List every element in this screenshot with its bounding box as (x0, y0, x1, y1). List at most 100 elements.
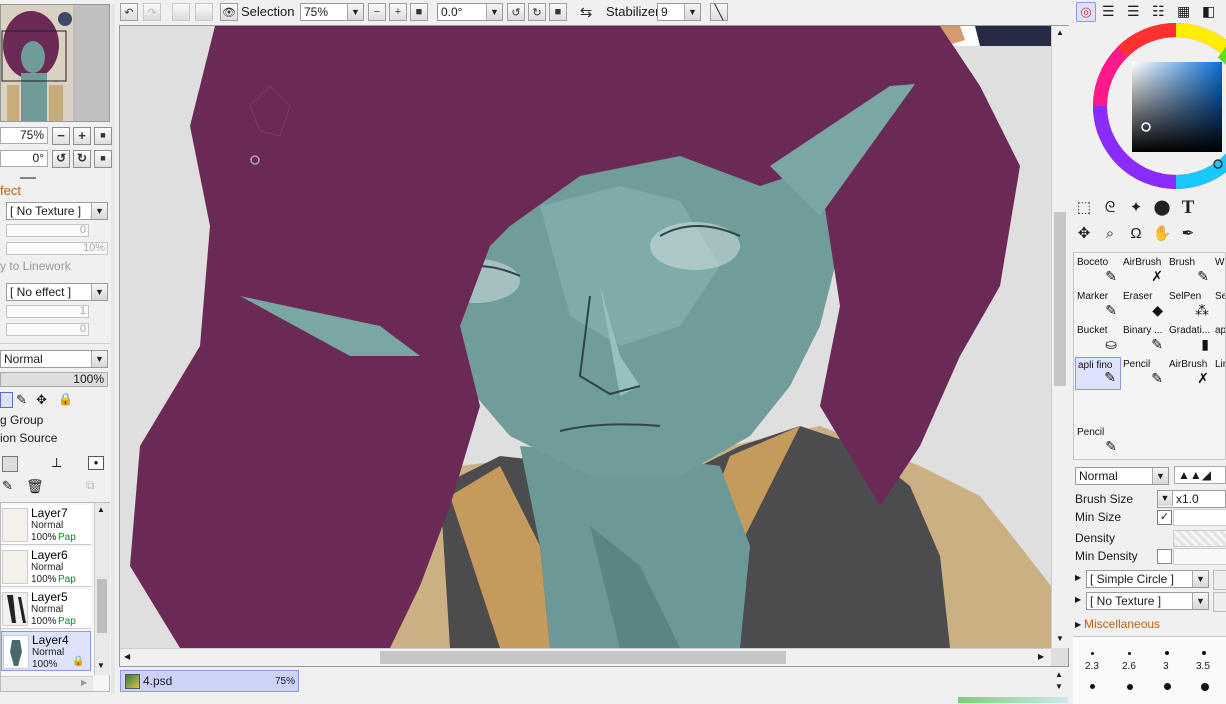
redo-button[interactable]: ↷ (143, 3, 161, 21)
padlock-icon[interactable]: 🔒 (58, 392, 73, 406)
size-preset-dot[interactable] (1128, 652, 1131, 655)
layer-folder-icon[interactable]: ✎ (2, 478, 13, 494)
brush-cell[interactable]: Se (1213, 289, 1225, 322)
brush-shape-icons[interactable]: ▲▲◢ (1174, 466, 1226, 484)
rotate-reset-button[interactable]: ■ (549, 3, 567, 21)
new-linework-icon[interactable]: ⟂ (52, 454, 61, 471)
nav-zoom-in-button[interactable]: + (73, 127, 91, 145)
new-layer-icon[interactable] (2, 456, 18, 472)
protect-alpha-icon[interactable] (0, 392, 13, 408)
scroll-up-icon[interactable]: ▲ (1056, 28, 1064, 37)
effect-width-slider[interactable]: 1 (6, 305, 89, 318)
undo-button[interactable]: ↶ (120, 3, 138, 21)
size-preset-dot[interactable] (1127, 684, 1133, 690)
zoom-reset-button[interactable]: ■ (410, 3, 428, 21)
navigator-thumbnail[interactable] (0, 4, 110, 122)
document-tab[interactable]: 4.psd 75% (120, 670, 299, 692)
rotation-combo[interactable]: 0.0° ▼ (437, 3, 503, 21)
tab-scroll-down-icon[interactable]: ▼ (1055, 682, 1063, 691)
texture-combo[interactable]: [ No Texture ] ▼ (6, 202, 108, 220)
brush-cell[interactable]: Marker ✎ (1075, 289, 1121, 322)
size-preset-dot[interactable] (1165, 651, 1169, 655)
brush-cell-selected[interactable]: apli fino ✎ (1075, 357, 1121, 390)
effect-strength-slider[interactable]: 0 (6, 323, 89, 336)
brush-cell[interactable]: Pencil ✎ (1121, 357, 1167, 390)
eyedropper-icon[interactable]: ✒ (1178, 224, 1198, 244)
layer-opacity-bar[interactable]: 100% (0, 372, 108, 387)
nav-zoom-field[interactable]: 75% (0, 127, 48, 144)
tab-scroll-up-icon[interactable]: ▲ (1055, 670, 1063, 679)
brush-shape-combo[interactable]: [ Simple Circle ] ▼ (1086, 570, 1209, 588)
flip-horizontal-icon[interactable]: ⇆ (577, 3, 595, 21)
color-wheel[interactable] (1092, 22, 1226, 192)
mask-icon[interactable]: ● (88, 456, 104, 470)
brush-shape-extra[interactable] (1213, 570, 1226, 590)
brush-cell[interactable]: Pencil ✎ (1075, 425, 1121, 458)
expand-arrow-icon[interactable]: ▶ (1075, 573, 1081, 582)
scroll-thumb[interactable] (1054, 212, 1066, 386)
nav-scrollbar[interactable] (111, 4, 115, 694)
texture-scale-slider[interactable]: 0 (6, 224, 89, 237)
deselect-button[interactable] (172, 3, 190, 21)
size-preset-dot[interactable] (1201, 683, 1209, 691)
nav-rotate-right-button[interactable]: ↻ (73, 150, 91, 168)
layer-list-scrollbar[interactable]: ▲ ▼ (94, 503, 110, 675)
density-slider[interactable] (1173, 530, 1226, 547)
scroll-down-icon[interactable]: ▼ (1056, 634, 1064, 643)
size-preset-dot[interactable] (1090, 684, 1095, 689)
hand-icon[interactable]: ✋ (1152, 224, 1172, 244)
clipping-group-label[interactable]: g Group (0, 413, 43, 427)
brush-cell[interactable]: Eraser ◆ (1121, 289, 1167, 322)
layer-list-hscroll[interactable]: ▶ (1, 676, 93, 691)
miscellaneous-label[interactable]: Miscellaneous (1084, 617, 1160, 631)
size-preset-dot[interactable] (1091, 652, 1094, 655)
nav-rotate-reset-button[interactable]: ■ (94, 150, 112, 168)
brush-cell[interactable]: SelPen ⁂ (1167, 289, 1213, 322)
nav-zoom-reset-button[interactable]: ■ (94, 127, 112, 145)
scroll-down-icon[interactable]: ▼ (97, 661, 105, 670)
trash-icon[interactable]: 🗑 (26, 478, 44, 495)
rotate-left-button[interactable]: ↺ (507, 3, 525, 21)
brush-cell[interactable]: W (1213, 255, 1225, 288)
brush-cell[interactable]: Lir (1213, 357, 1225, 390)
size-preset-dot[interactable] (1202, 651, 1206, 655)
brush-cell[interactable]: ap (1213, 323, 1225, 356)
rotate-right-button[interactable]: ↻ (528, 3, 546, 21)
layer-item[interactable]: Layer6 Normal 100% Pap (1, 547, 91, 587)
scratchpad-icon[interactable]: ◧ (1202, 3, 1215, 20)
brush-cell[interactable]: Gradati... ▮ (1167, 323, 1213, 356)
brush-cell[interactable]: AirBrush ✗ (1121, 255, 1167, 288)
brush-cell[interactable]: Bucket ⛀ (1075, 323, 1121, 356)
min-size-slider[interactable] (1173, 509, 1226, 526)
scroll-thumb[interactable] (97, 579, 107, 633)
effect-combo[interactable]: [ No effect ] ▼ (6, 283, 108, 301)
texture-strength-slider[interactable]: 10% (6, 242, 108, 255)
layer-item[interactable]: Layer5 Normal 100% Pap (1, 589, 91, 629)
brush-cell[interactable]: AirBrush ✗ (1167, 357, 1213, 390)
swatch-icon[interactable]: ☷ (1152, 3, 1165, 20)
scroll-right-icon[interactable]: ▶ (81, 678, 87, 687)
scroll-left-icon[interactable]: ◀ (124, 652, 130, 661)
hsv-slider-icon[interactable]: ☰ (1127, 3, 1140, 20)
zoom-in-button[interactable]: + (389, 3, 407, 21)
palette-icon[interactable]: ▦ (1177, 3, 1190, 20)
scroll-thumb[interactable] (380, 651, 786, 664)
nav-zoom-out-button[interactable]: − (52, 127, 70, 145)
color-wheel-mode-icon[interactable]: ◎ (1076, 2, 1096, 22)
brush-texture-combo[interactable]: [ No Texture ] ▼ (1086, 592, 1209, 610)
rgb-slider-icon[interactable]: ☰ (1102, 3, 1115, 20)
canvas-hscroll[interactable]: ◀ ▶ (120, 648, 1051, 666)
move-icon[interactable]: ✥ (1074, 224, 1094, 244)
brush-cell[interactable]: Boceto ✎ (1075, 255, 1121, 288)
invert-selection-button[interactable] (195, 3, 213, 21)
drawing-canvas[interactable] (120, 26, 1051, 648)
panel-divider[interactable] (20, 177, 36, 179)
stabilizer-combo[interactable]: 9 ▼ (657, 3, 701, 21)
straight-line-icon[interactable]: ╲ (710, 3, 728, 21)
merge-down-icon[interactable]: ⧉ (86, 478, 95, 493)
nav-rotation-field[interactable]: 0° (0, 150, 48, 167)
size-preset-dot[interactable] (1164, 683, 1171, 690)
brush-cell[interactable]: Binary ... ✎ (1121, 323, 1167, 356)
min-density-slider[interactable] (1173, 548, 1226, 565)
zoom-icon[interactable]: ⌕ (1100, 224, 1120, 244)
